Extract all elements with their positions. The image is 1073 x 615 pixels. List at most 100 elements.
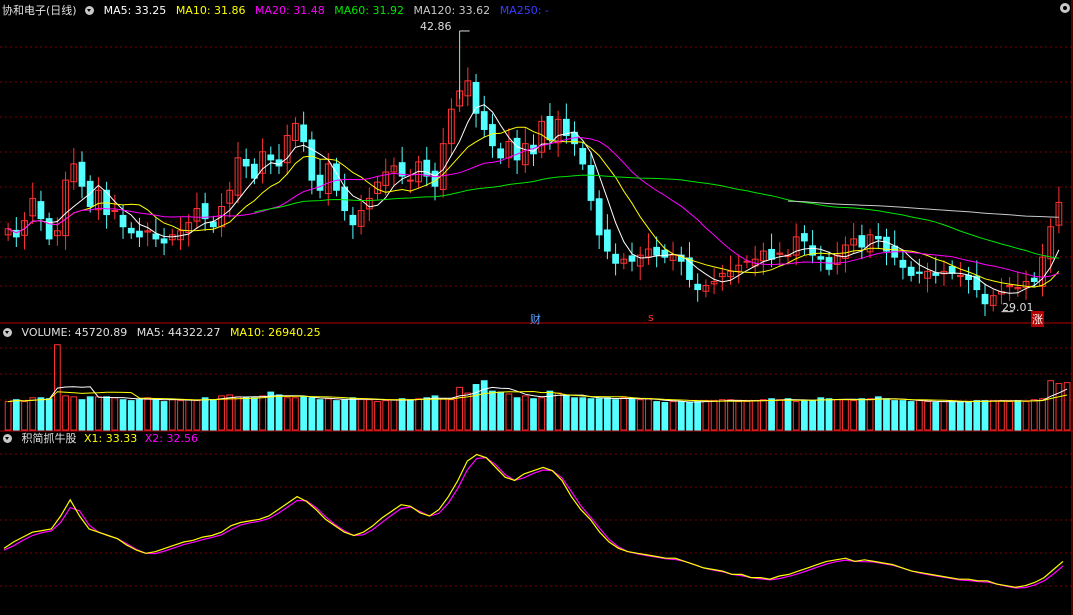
volume-bar [874,396,882,431]
candle-body [472,81,480,114]
volume-bar [604,397,611,431]
volume-bar [160,401,168,431]
candle [29,182,37,224]
volume-bar [37,397,45,431]
candle-body [300,124,308,143]
candle [554,110,562,158]
indicator-panel[interactable] [3,453,1064,589]
candle [842,236,849,273]
volume-bar [948,401,956,431]
candle [833,241,841,275]
candle-body [768,248,775,260]
volume-menu-icon[interactable] [3,328,12,337]
volume-ma10-readout: MA10: 26940.25 [229,326,321,339]
volume-bar [324,398,332,431]
candle [193,192,201,230]
stock-name[interactable]: 协和电子(日线) [2,4,77,17]
candle [242,148,250,179]
event-cai-marker[interactable]: 财 [530,311,541,327]
candle-body [201,203,209,220]
price-panel[interactable] [4,30,1063,316]
candle-body [932,272,940,276]
candle [37,190,45,231]
volume-bar [981,400,989,431]
price-menu-icon[interactable] [85,6,95,15]
candle [292,117,299,147]
candle [283,124,291,175]
volume-bar [915,400,923,431]
volume-bar [653,401,661,431]
ma120-readout: MA120: 33.62 [413,4,491,17]
candle [759,242,767,275]
candle-body [497,148,505,159]
volume-bar [111,397,119,431]
volume-bar [833,399,841,431]
candle-body [316,174,324,191]
volume-bar [932,402,940,431]
candle [382,158,390,196]
indicator-menu-icon[interactable] [3,434,12,443]
volume-bar [374,401,381,431]
volume-bar [251,397,258,431]
volume-bar [275,394,283,431]
candle-body [160,238,168,244]
candle [948,260,956,280]
volume-bar [899,400,907,431]
candle [21,212,28,250]
candle [620,253,628,270]
candle [899,249,907,280]
volume-bar [940,401,948,431]
volume-bar [21,401,28,431]
candle [209,215,217,233]
volume-bar [1006,401,1014,431]
volume-bar [119,399,127,431]
volume-bar [957,401,964,431]
volume-readout: VOLUME: 45720.89 [21,326,128,339]
x1-readout: X1: 33.33 [84,432,138,445]
candle [70,148,78,190]
candle [809,229,816,264]
candle [694,273,702,302]
settings-gear-icon[interactable] [1060,3,1070,13]
candle [751,245,759,277]
candle [472,73,480,128]
volume-bar [538,397,546,431]
volume-bar [201,397,209,431]
stock-chart-canvas[interactable] [0,0,1073,615]
volume-panel[interactable] [4,344,1071,431]
volume-bar [168,399,176,431]
candle [636,246,644,281]
volume-bar [866,398,874,431]
event-zhang-marker[interactable]: 涨 [1031,311,1044,327]
candle-body [480,111,488,130]
volume-bar [768,398,775,431]
volume-bar [965,401,972,431]
event-s-marker[interactable]: s [648,311,654,324]
candle-body [37,201,45,220]
volume-bar [530,398,537,431]
volume-bar [415,398,422,431]
candle [489,113,496,158]
volume-bar [735,401,743,431]
ma250-readout: MA250: - [499,4,549,17]
candle [406,169,414,194]
candle [850,223,858,254]
candle-body [801,233,808,242]
candle-body [579,148,587,165]
candle [308,131,316,195]
volume-bar [858,398,866,431]
volume-bar [710,400,718,431]
candle [907,261,915,282]
candle [924,262,931,293]
candle-body [127,227,135,234]
candle [562,103,570,144]
volume-bar [209,399,217,431]
volume-bar [883,398,890,431]
candle-body [242,158,250,167]
indicator-name[interactable]: 积简抓牛股 [22,432,77,445]
candle-body [251,163,258,179]
candle-body [661,249,669,258]
volume-bar [850,400,858,431]
candle [874,223,882,250]
volume-bar [218,395,225,431]
